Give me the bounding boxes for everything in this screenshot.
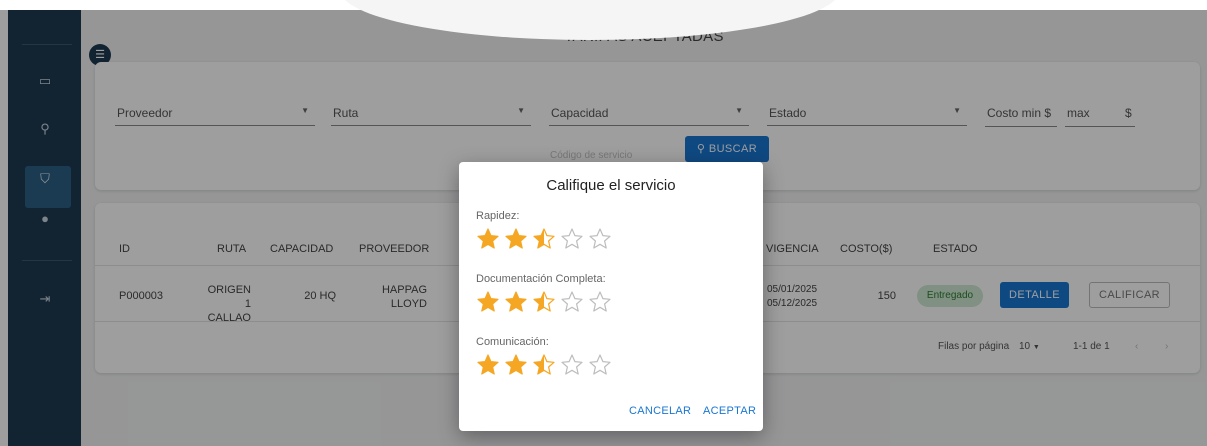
star-rating-documentacion[interactable] [476, 290, 616, 316]
criterion-label-rapidez: Rapidez: [476, 210, 520, 222]
star-filled-icon[interactable] [504, 290, 528, 314]
star-half-icon[interactable] [532, 290, 556, 314]
star-empty-icon[interactable] [588, 227, 612, 251]
star-half-icon[interactable] [532, 227, 556, 251]
app-frame: ▭ ⚲ ⛉ ● ⇥ ☰ TARIFAS ACEPTADAS Proveedor … [0, 0, 1207, 446]
star-filled-icon[interactable] [504, 353, 528, 377]
star-empty-icon[interactable] [560, 353, 584, 377]
cancel-button[interactable]: CANCELAR [629, 405, 691, 417]
accept-button[interactable]: ACEPTAR [703, 405, 756, 417]
star-filled-icon[interactable] [476, 227, 500, 251]
star-rating-rapidez[interactable] [476, 227, 616, 253]
criterion-label-documentacion: Documentación Completa: [476, 273, 606, 285]
star-empty-icon[interactable] [588, 353, 612, 377]
rating-dialog: Califique el servicio Rapidez: Documenta… [459, 162, 763, 431]
star-empty-icon[interactable] [560, 290, 584, 314]
criterion-label-comunicacion: Comunicación: [476, 336, 549, 348]
star-empty-icon[interactable] [560, 227, 584, 251]
star-empty-icon[interactable] [588, 290, 612, 314]
dialog-title: Califique el servicio [546, 177, 676, 194]
star-half-icon[interactable] [532, 353, 556, 377]
star-filled-icon[interactable] [476, 353, 500, 377]
star-filled-icon[interactable] [476, 290, 500, 314]
star-rating-comunicacion[interactable] [476, 353, 616, 379]
star-filled-icon[interactable] [504, 227, 528, 251]
